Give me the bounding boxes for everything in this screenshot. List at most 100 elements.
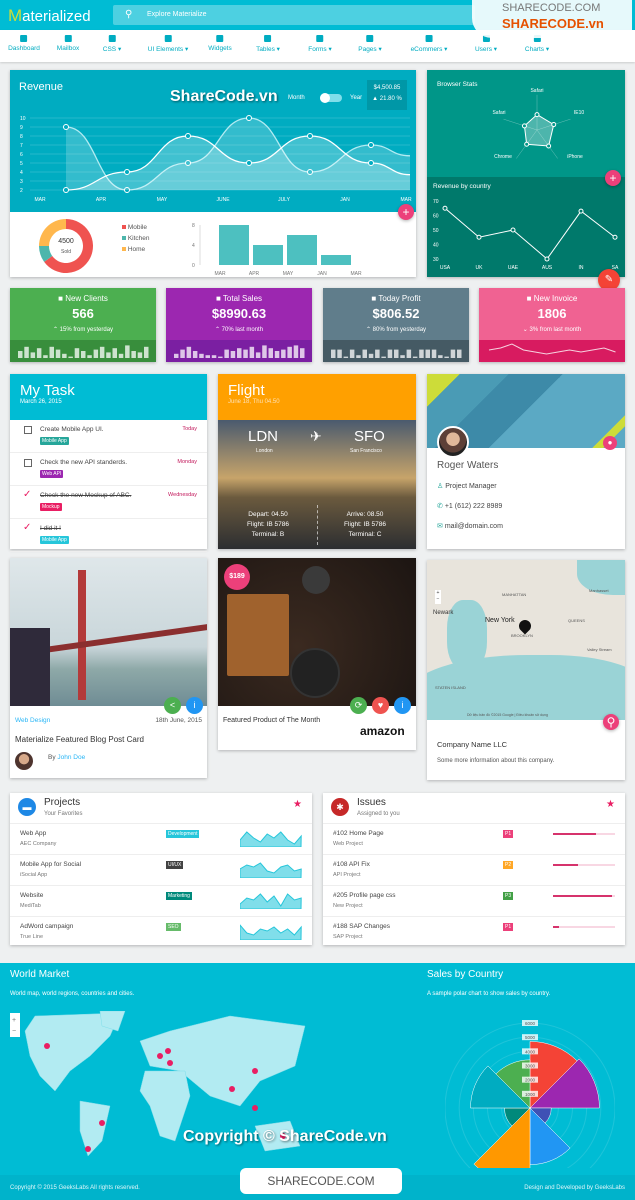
x-tick: IN [579,265,584,271]
y-tick: 10 [20,116,26,122]
svg-text:−: − [12,1028,16,1035]
spark-bar [224,349,229,358]
spark-area [240,924,302,940]
stat-value: 1806 [537,306,567,321]
project-row[interactable]: AdWord campaign True Line SEO [10,916,312,947]
spark-bar [68,356,73,358]
logo[interactable]: Materialized [8,6,91,26]
add-button[interactable]: + [398,204,414,220]
stat-card-new-clients: ■ New Clients 566 ⌃ 15% from yesterday [10,288,156,362]
x-tick: JAN [317,271,327,277]
polar-tick: 3000 [525,1064,536,1069]
radar-label: Safari [492,110,505,116]
data-point [246,160,252,166]
add-button[interactable]: + [605,170,621,186]
task-checkbox[interactable] [24,426,32,434]
nav-ui-elements[interactable]: UI Elements [148,35,188,53]
polar-tick: 2000 [525,1078,536,1083]
project-row[interactable]: Website MediTab Marketing [10,885,312,916]
watermark: ShareCode.vn [170,88,278,105]
task-title: My Task [20,382,75,399]
location-pin-button[interactable]: ⚲ [603,714,619,730]
data-point [185,133,191,139]
heart-icon[interactable]: ♥ [372,697,389,714]
donut-center-value: 4500 [58,238,74,245]
x-tick: JULY [278,197,291,203]
check-icon[interactable]: ✓ [23,489,31,500]
stat-value: $806.52 [372,306,420,321]
issue-row[interactable]: #108 API Fix API Project P2 [323,854,625,885]
info-icon[interactable]: i [394,697,411,714]
issue-progress [553,926,615,928]
profile-role: Project Manager [445,483,497,490]
repeat-icon[interactable]: ⟳ [350,697,367,714]
nav-css[interactable]: CSS [103,35,121,53]
account-icon[interactable]: ● [603,436,617,450]
price-badge: $189 [224,564,250,590]
issue-row[interactable]: #188 SAP Changes SAP Project P1 [323,916,625,947]
bar [219,225,249,265]
data-point [124,169,130,175]
map-view[interactable]: Newark New York BROOKLYN MANHATTAN QUEEN… [427,560,625,720]
spark-line [488,343,616,355]
profile-email[interactable]: mail@domain.com [445,523,503,530]
sharecode-badge: SHARECODE.COM [240,1168,402,1194]
nav-ecommers[interactable]: eCommers [411,35,448,53]
bar [253,245,283,265]
project-row[interactable]: Mobile App for Social iSocial App UI/UX [10,854,312,885]
nav-pages[interactable]: Pages [358,35,382,53]
nav-forms[interactable]: Forms [308,35,332,53]
task-checkbox[interactable] [24,459,32,467]
product-card: $189 ⟳ ♥ i Featured Product of The Month… [218,558,416,750]
blog-title[interactable]: Materialize Featured Blog Post Card [15,735,144,744]
task-item[interactable]: ✓ Check the new Mockup of ABC. Wednesday … [10,486,207,519]
sold-donut-chart [39,219,93,273]
profile-phone[interactable]: +1 (612) 222 8989 [445,503,502,510]
issue-row[interactable]: #102 Home Page Web Project P1 [323,823,625,854]
blog-author[interactable]: John Doe [57,754,85,761]
project-row[interactable]: Web App AEC Company Development [10,823,312,854]
nav-mailbox[interactable]: Mailbox [57,35,79,52]
issue-row[interactable]: #205 Profile page css New Project P3 [323,885,625,916]
month-year-toggle[interactable] [320,93,342,103]
spark-bar [375,349,380,358]
x-tick: JAN [340,197,350,203]
spark-bar [174,353,179,358]
nav-dashboard[interactable]: Dashboard [8,35,40,52]
search-input[interactable]: ⚲ Explore Materialize [113,5,475,25]
blog-category[interactable]: Web Design [15,717,50,724]
nav-widgets[interactable]: Widgets [208,35,232,52]
donut-center-label: Sold [60,249,71,255]
spark-bar [293,345,299,358]
spark-bar [36,348,42,358]
check-icon[interactable]: ✓ [23,522,31,533]
spark-bar [262,345,267,358]
share-icon[interactable]: < [164,697,181,714]
task-item[interactable]: Check the new API standerds. Monday Web A… [10,453,207,486]
search-icon: ⚲ [125,9,133,20]
project-sparkline [240,862,302,878]
bar [321,255,351,265]
map-zoom-control[interactable]: + − [435,590,441,604]
star-icon[interactable]: ★ [293,799,302,810]
pages-icon [366,35,374,42]
flight-date: June 18, Thu 04.50 [228,399,280,405]
spark-bar [137,352,143,358]
spark-bar [24,346,29,358]
spark-bar [425,349,430,358]
spark-bar [343,356,349,358]
spark-bar [400,355,405,358]
priority-badge: P3 [503,892,514,900]
issue-progress [553,895,615,897]
spark-bar [300,348,305,358]
product-title: Featured Product of The Month [223,717,321,724]
task-item[interactable]: Create Mobile App UI. Today Mobile App [10,420,207,453]
nav-tables[interactable]: Tables [256,35,280,53]
info-icon[interactable]: i [186,697,203,714]
task-tag: Mobile App [40,536,69,544]
spark-bar [356,355,361,358]
map-marker-icon[interactable] [516,617,534,635]
file-icon: ■ [526,294,532,303]
task-item[interactable]: ✓ I did it ! Mobile App [10,519,207,552]
star-icon[interactable]: ★ [606,799,615,810]
